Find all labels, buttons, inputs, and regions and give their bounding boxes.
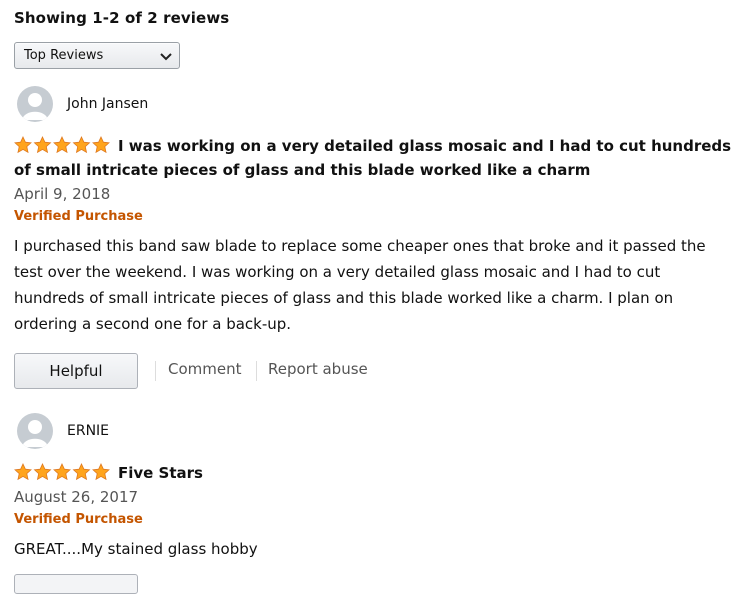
review-date: August 26, 2017 [14, 488, 139, 506]
sort-dropdown[interactable]: Top Reviews [14, 42, 180, 69]
report-abuse-link[interactable]: Report abuse [268, 360, 368, 378]
verified-purchase-badge: Verified Purchase [14, 209, 143, 224]
divider [155, 361, 156, 381]
reviewer-name: ERNIE [67, 423, 110, 439]
comment-link[interactable]: Comment [168, 360, 242, 378]
star-rating-icon [14, 136, 110, 153]
helpful-button[interactable] [14, 574, 138, 594]
reviewer-profile[interactable]: ERNIE [14, 413, 739, 451]
review-date: April 9, 2018 [14, 185, 111, 203]
review-title[interactable]: Five Stars [118, 464, 203, 482]
reviewer-profile[interactable]: John Jansen [14, 86, 739, 124]
review-item: ERNIE Five Stars August 26, 2017 Verifie… [14, 413, 739, 562]
chevron-down-icon [160, 53, 172, 61]
star-rating-icon [14, 463, 110, 480]
review-item: John Jansen I was working on a very deta… [14, 86, 739, 393]
sort-selected-label: Top Reviews [24, 48, 104, 63]
reviews-count-heading: Showing 1-2 of 2 reviews [14, 9, 230, 27]
divider [256, 361, 257, 381]
reviewer-name: John Jansen [67, 96, 149, 112]
user-avatar-icon [17, 86, 53, 122]
helpful-button[interactable]: Helpful [14, 353, 138, 389]
verified-purchase-badge: Verified Purchase [14, 512, 143, 527]
review-body: GREAT....My stained glass hobby [14, 540, 258, 558]
review-title[interactable]: I was working on a very detailed glass m… [14, 137, 731, 179]
user-avatar-icon [17, 413, 53, 449]
review-body: I purchased this band saw blade to repla… [14, 237, 706, 333]
